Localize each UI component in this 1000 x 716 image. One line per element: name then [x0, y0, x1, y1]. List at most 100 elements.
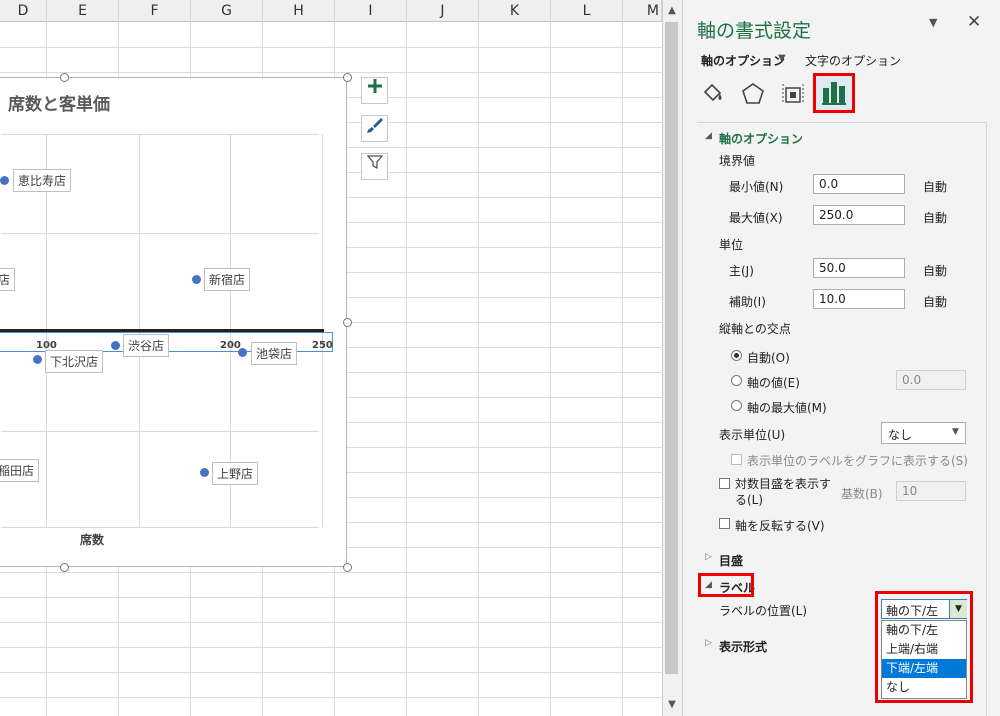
fill-line-tab[interactable]: [699, 80, 727, 108]
filter-icon: [366, 155, 383, 170]
column-header-l[interactable]: L: [551, 0, 623, 22]
pane-title: 軸の書式設定: [697, 20, 812, 42]
min-label: 最小値(N): [729, 180, 784, 194]
resize-handle[interactable]: [343, 73, 352, 82]
units-heading: 単位: [719, 238, 744, 252]
column-header-h[interactable]: H: [263, 0, 335, 22]
radio-cross-value-label[interactable]: 軸の値(E): [747, 374, 800, 391]
column-header-d[interactable]: D: [0, 0, 47, 22]
major-input[interactable]: 50.0: [813, 258, 905, 278]
data-label[interactable]: 渋谷店: [123, 334, 170, 357]
scatter-chart[interactable]: [0, 77, 347, 567]
max-label: 最大値(X): [729, 211, 783, 225]
minor-input[interactable]: 10.0: [813, 289, 905, 309]
data-label[interactable]: 稲田店: [0, 459, 40, 482]
plot-gridline: [1, 431, 319, 432]
show-unit-label-checkbox[interactable]: [731, 454, 742, 465]
data-point[interactable]: [200, 468, 209, 477]
log-base-input[interactable]: 10: [896, 481, 966, 501]
major-auto-button[interactable]: 自動: [923, 262, 947, 279]
section-number-format[interactable]: 表示形式: [719, 638, 767, 655]
column-header-e[interactable]: E: [47, 0, 119, 22]
chart-elements-button[interactable]: [361, 77, 388, 104]
chart-title[interactable]: 席数と客単価: [8, 90, 110, 115]
plot-border-top: [1, 134, 319, 135]
data-label[interactable]: 店: [0, 268, 16, 291]
data-label[interactable]: 上野店: [212, 462, 259, 485]
column-header-j[interactable]: J: [407, 0, 479, 22]
column-header-m[interactable]: M: [623, 0, 662, 22]
radio-cross-auto-label[interactable]: 自動(O): [747, 349, 790, 366]
data-point[interactable]: [238, 348, 247, 357]
plot-border-bottom: [1, 527, 319, 528]
radio-cross-auto[interactable]: [731, 350, 742, 361]
tab-axis-options[interactable]: 軸のオプション: [701, 52, 785, 69]
data-label[interactable]: 恵比寿店: [13, 169, 72, 192]
data-point[interactable]: [33, 355, 42, 364]
min-auto-button[interactable]: 自動: [923, 178, 947, 195]
paint-bucket-icon: [703, 83, 722, 102]
data-label[interactable]: 新宿店: [204, 268, 251, 291]
grid-line: [0, 622, 662, 623]
scroll-down-arrow-icon[interactable]: ▼: [664, 697, 680, 713]
x-axis-title[interactable]: 席数: [80, 531, 104, 548]
cross-value-input[interactable]: 0.0: [896, 370, 966, 390]
radio-cross-max-label[interactable]: 軸の最大値(M): [747, 399, 827, 416]
section-tickmarks[interactable]: 目盛: [719, 552, 743, 569]
data-point[interactable]: [192, 275, 201, 284]
pentagon-icon: [742, 83, 764, 104]
pane-options-dropdown-icon[interactable]: ▼: [929, 16, 937, 29]
data-label[interactable]: 池袋店: [251, 342, 298, 365]
section-axis-options[interactable]: 軸のオプション: [719, 130, 803, 147]
highlight-box: [698, 573, 754, 597]
column-header-g[interactable]: G: [191, 0, 263, 22]
collapsed-triangle-icon[interactable]: ▷: [705, 638, 712, 648]
radio-cross-value[interactable]: [731, 375, 742, 386]
scrollbar-thumb[interactable]: [665, 22, 678, 674]
show-unit-label-text: 表示単位のラベルをグラフに表示する(S): [747, 454, 968, 468]
major-label: 主(J): [729, 264, 754, 278]
size-properties-tab[interactable]: [779, 80, 807, 108]
effects-tab[interactable]: [739, 80, 767, 108]
resize-handle[interactable]: [60, 73, 69, 82]
resize-handle[interactable]: [60, 563, 69, 572]
column-header-k[interactable]: K: [479, 0, 551, 22]
data-point[interactable]: [0, 176, 9, 185]
chevron-down-icon[interactable]: ▼: [778, 53, 786, 64]
data-label[interactable]: 下北沢店: [45, 350, 104, 373]
plus-icon: [367, 79, 382, 93]
collapsed-triangle-icon[interactable]: ▷: [705, 552, 712, 562]
label-position-label: ラベルの位置(L): [719, 604, 808, 618]
reverse-axis-label[interactable]: 軸を反転する(V): [735, 517, 825, 534]
log-base-label: 基数(B): [841, 487, 883, 501]
expanded-triangle-icon[interactable]: ◢: [705, 131, 712, 141]
bounds-heading: 境界値: [719, 154, 756, 168]
grid-line: [0, 597, 662, 598]
min-input[interactable]: 0.0: [813, 174, 905, 194]
cross-heading: 縦軸との交点: [719, 322, 791, 336]
chart-styles-button[interactable]: [361, 115, 388, 142]
max-input[interactable]: 250.0: [813, 205, 905, 225]
display-unit-value: なし: [888, 428, 913, 442]
scroll-up-arrow-icon[interactable]: ▲: [664, 3, 680, 19]
data-point[interactable]: [111, 341, 120, 350]
radio-cross-max[interactable]: [731, 400, 742, 411]
log-scale-label[interactable]: 対数目盛を表示する(L): [735, 476, 835, 508]
reverse-axis-checkbox[interactable]: [719, 518, 730, 529]
display-unit-select[interactable]: なし ▼: [881, 422, 966, 444]
column-header-i[interactable]: I: [335, 0, 407, 22]
column-header-f[interactable]: F: [119, 0, 191, 22]
grid-line: [0, 697, 662, 698]
grid-line: [0, 72, 662, 73]
max-auto-button[interactable]: 自動: [923, 209, 947, 226]
resize-handle[interactable]: [343, 563, 352, 572]
tab-text-options[interactable]: 文字のオプション: [805, 52, 901, 69]
grid-line: [622, 22, 623, 716]
chart-filters-button[interactable]: [361, 153, 388, 180]
log-scale-checkbox[interactable]: [719, 478, 730, 489]
close-icon[interactable]: ✕: [967, 12, 981, 32]
minor-auto-button[interactable]: 自動: [923, 293, 947, 310]
display-unit-label: 表示単位(U): [719, 428, 786, 442]
resize-handle[interactable]: [343, 318, 352, 327]
spreadsheet-grid[interactable]: D E F G H I J K L M 席数と客単価 100 200 250 恵…: [0, 0, 662, 716]
